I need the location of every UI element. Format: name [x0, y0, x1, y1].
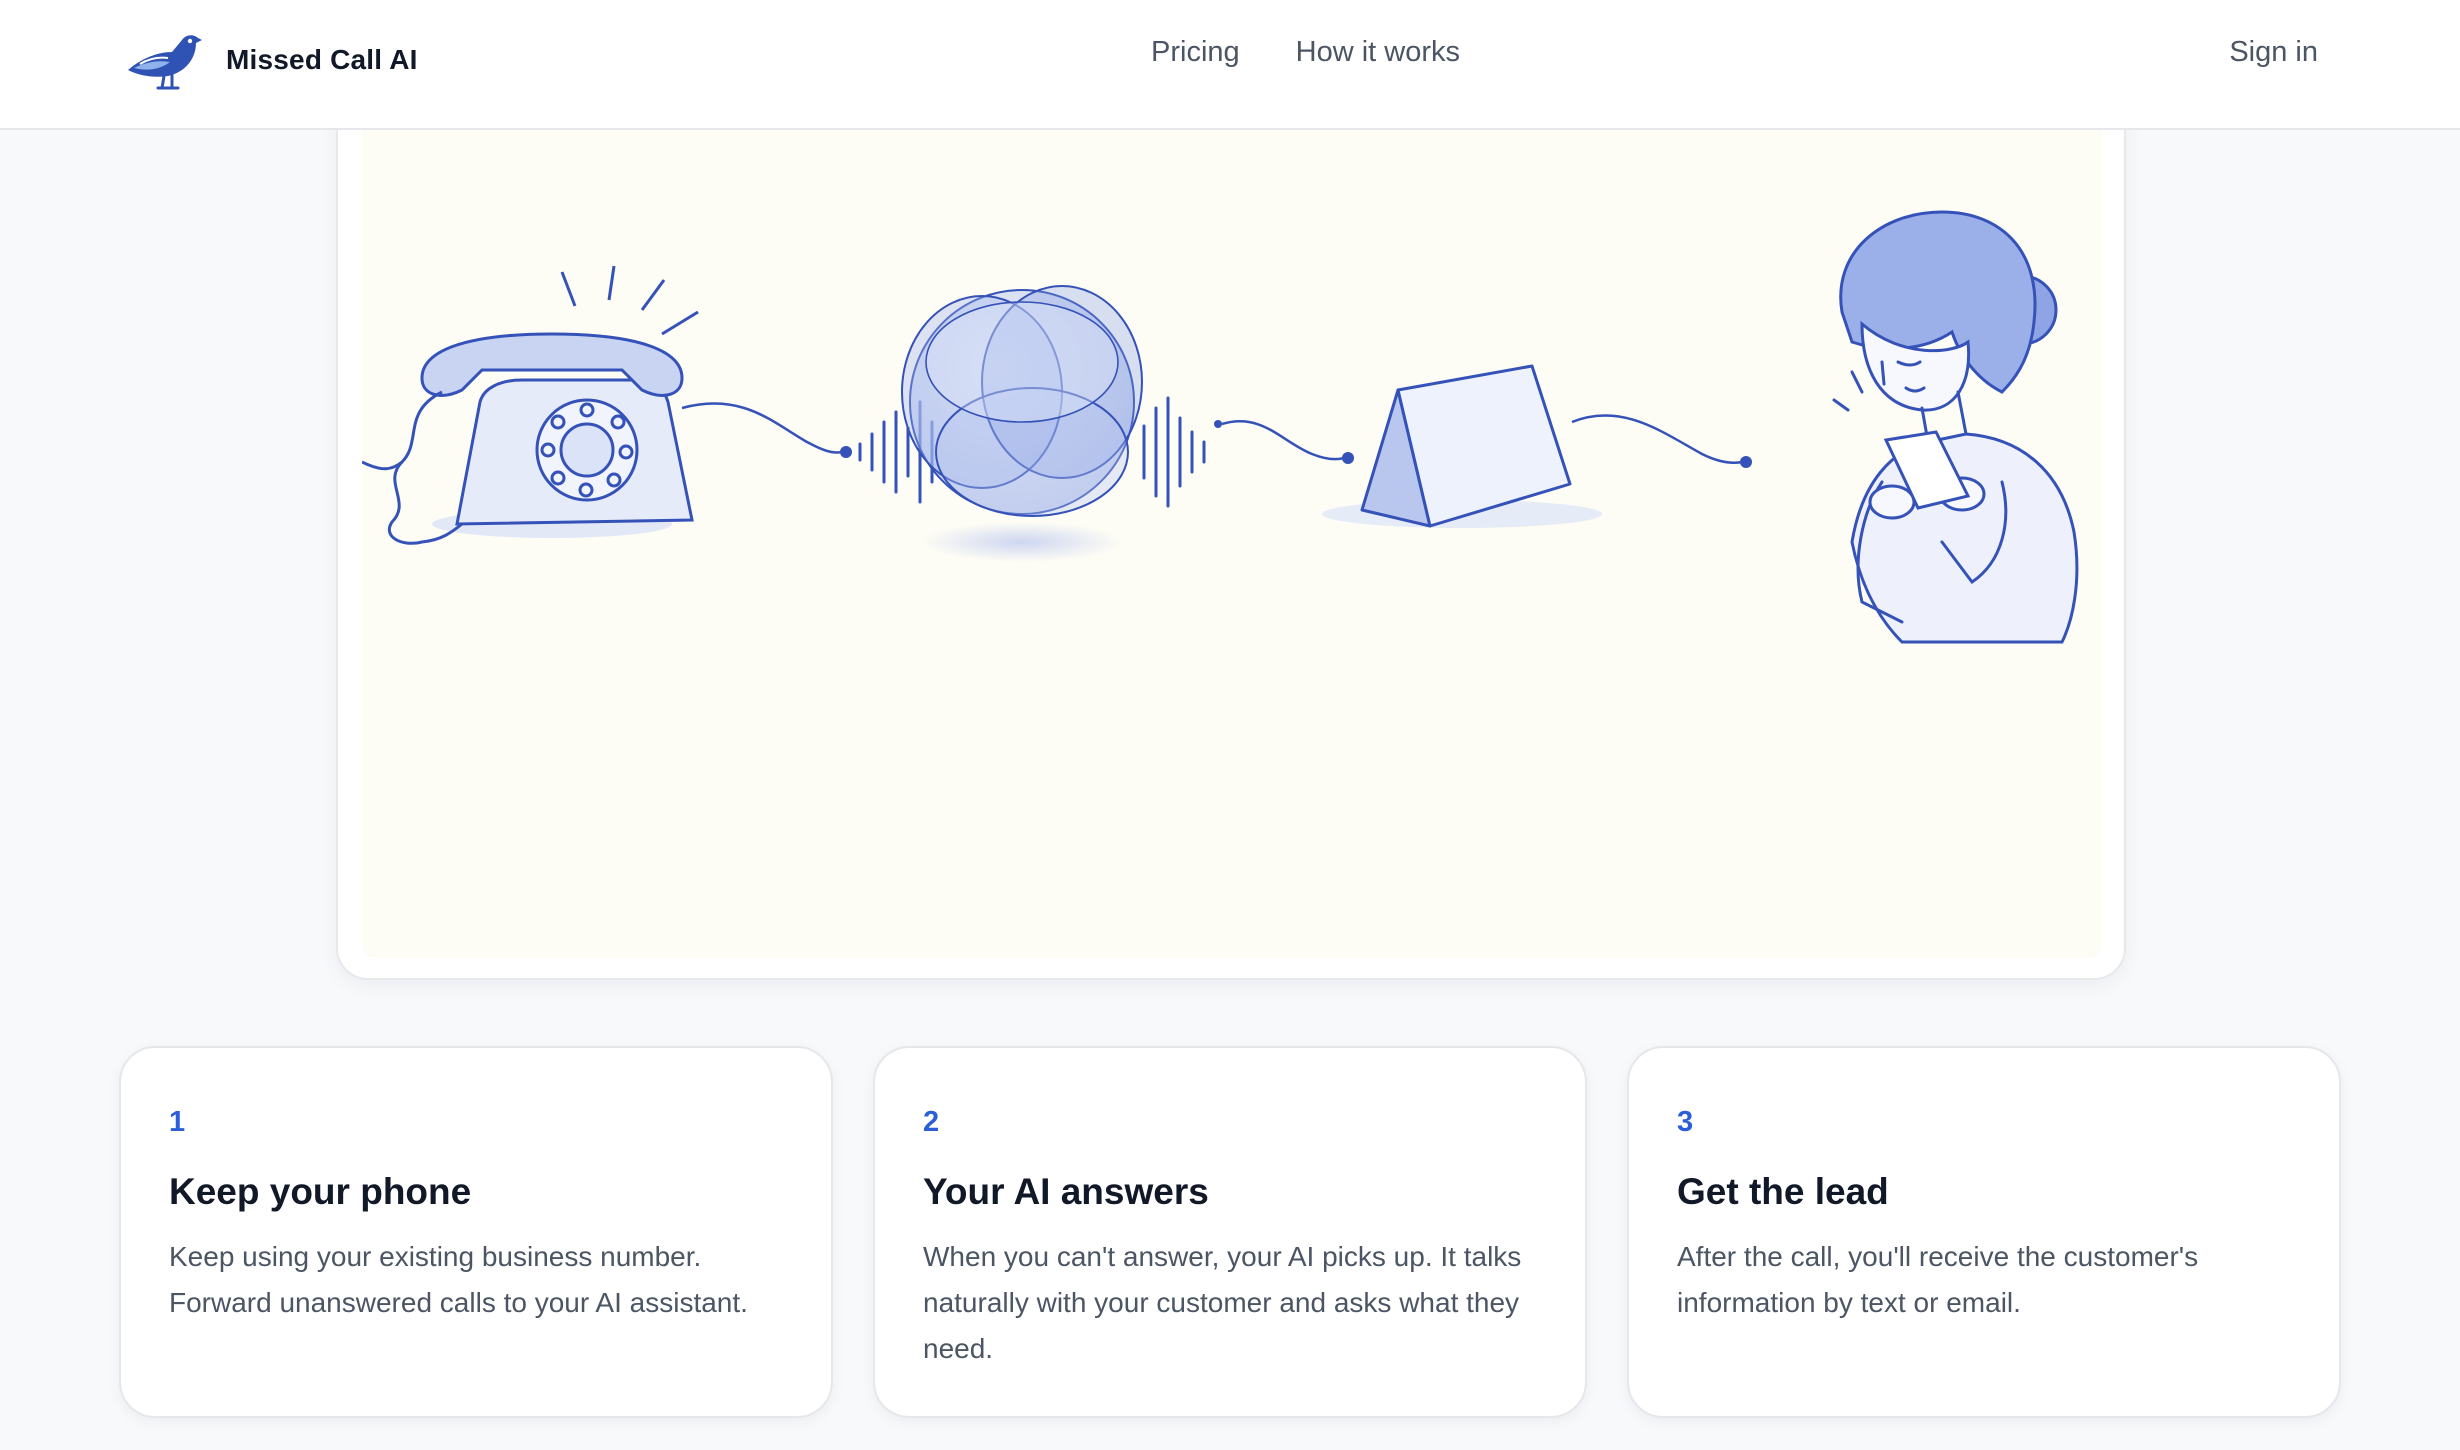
how-it-works-steps: 1 Keep your phone Keep using your existi…	[119, 1046, 2341, 1418]
step-description: When you can't answer, your AI picks up.…	[923, 1241, 1522, 1364]
step-description: Keep using your existing business number…	[169, 1241, 748, 1318]
ai-orb-icon	[901, 285, 1143, 562]
step-title: Keep your phone	[169, 1171, 472, 1212]
step-card-1: 1 Keep your phone Keep using your existi…	[119, 1046, 833, 1418]
hero-illustration-card	[336, 40, 2126, 980]
nav-pricing-link[interactable]: Pricing	[1151, 36, 1240, 69]
step-number: 3	[1677, 1106, 1694, 1138]
sign-in-link[interactable]: Sign in	[2229, 36, 2318, 69]
step-description: After the call, you'll receive the custo…	[1677, 1241, 2199, 1318]
step-number: 2	[923, 1106, 940, 1138]
step-card-2: 2 Your AI answers When you can't answer,…	[873, 1046, 1587, 1418]
nav-how-it-works-link[interactable]: How it works	[1296, 36, 1460, 69]
main-nav: Pricing How it works	[1151, 36, 1460, 69]
step-card-3: 3 Get the lead After the call, you'll re…	[1627, 1046, 2341, 1418]
telephone-icon	[362, 265, 699, 545]
how-it-works-sketch	[362, 210, 2079, 644]
step-title: Your AI answers	[923, 1171, 1209, 1212]
hero-illustration	[362, 62, 2102, 958]
brand-name: Missed Call AI	[226, 44, 418, 75]
message-card-icon	[1322, 364, 1602, 528]
customer-person-icon	[1832, 210, 2079, 644]
bird-logo-icon	[128, 35, 202, 90]
site-header: Missed Call AI Pricing How it works Sign…	[0, 0, 2460, 130]
brand-logo-link[interactable]: Missed Call AI	[124, 26, 418, 94]
sound-wave-right-icon	[1142, 396, 1206, 508]
step-title: Get the lead	[1677, 1171, 1889, 1212]
step-number: 1	[169, 1106, 186, 1138]
